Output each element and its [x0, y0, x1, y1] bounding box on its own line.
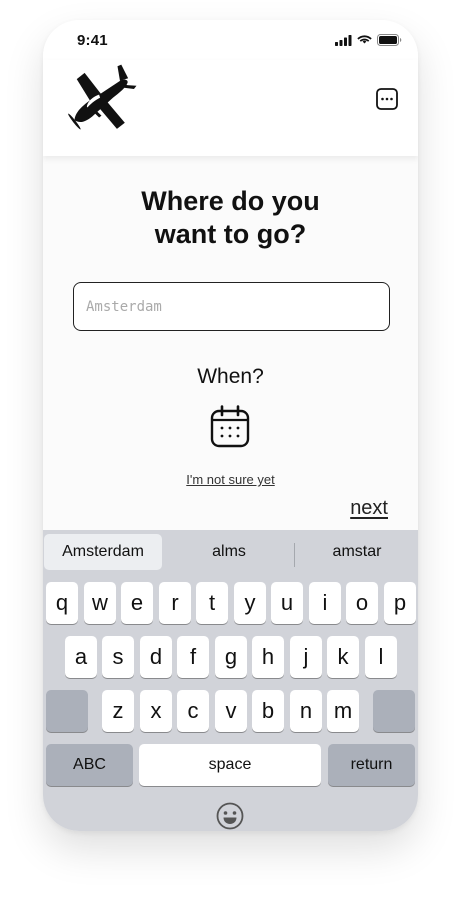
backspace-key[interactable]: [373, 690, 415, 732]
key-e[interactable]: e: [121, 582, 153, 624]
key-j[interactable]: j: [290, 636, 322, 678]
return-key[interactable]: return: [328, 744, 415, 786]
key-c[interactable]: c: [177, 690, 209, 732]
abc-key[interactable]: ABC: [46, 744, 133, 786]
shift-key[interactable]: [46, 690, 88, 732]
suggestion-item[interactable]: Amsterdam: [44, 534, 162, 570]
key-g[interactable]: g: [215, 636, 247, 678]
keyboard: Amsterdam alms amstar q w e r t y u i o …: [43, 530, 418, 831]
key-b[interactable]: b: [252, 690, 284, 732]
key-v[interactable]: v: [215, 690, 247, 732]
title-line-2: want to go?: [154, 219, 307, 249]
app-header: [43, 60, 418, 156]
smiley-face-icon[interactable]: [216, 802, 244, 830]
battery-icon: [377, 34, 402, 46]
status-icons: [335, 34, 402, 46]
key-s[interactable]: s: [102, 636, 134, 678]
page-title: Where do you want to go?: [43, 185, 418, 251]
key-l[interactable]: l: [365, 636, 397, 678]
key-a[interactable]: a: [65, 636, 97, 678]
key-m[interactable]: m: [327, 690, 359, 732]
suggestion-divider: [294, 543, 295, 567]
key-d[interactable]: d: [140, 636, 172, 678]
not-sure-label[interactable]: I'm not sure yet: [186, 472, 274, 487]
key-t[interactable]: t: [196, 582, 228, 624]
key-n[interactable]: n: [290, 690, 322, 732]
key-o[interactable]: o: [346, 582, 378, 624]
status-bar: 9:41: [43, 20, 418, 60]
key-r[interactable]: r: [159, 582, 191, 624]
airplane-icon: [68, 64, 137, 130]
signal-icon: [335, 34, 352, 46]
key-i[interactable]: i: [309, 582, 341, 624]
status-time: 9:41: [77, 32, 108, 49]
suggestion-item[interactable]: amstar: [298, 534, 416, 570]
key-u[interactable]: u: [271, 582, 303, 624]
key-q[interactable]: q: [46, 582, 78, 624]
wifi-icon: [357, 34, 372, 43]
suggestion-item[interactable]: alms: [170, 534, 288, 570]
space-key[interactable]: space: [139, 744, 321, 786]
when-label: When?: [197, 365, 264, 388]
key-h[interactable]: h: [252, 636, 284, 678]
not-sure-link[interactable]: I'm not sure yet: [43, 472, 418, 487]
phone-frame: 9:41 Where do you want to go? Amsterdam …: [43, 20, 418, 831]
key-w[interactable]: w: [84, 582, 116, 624]
destination-input[interactable]: [73, 282, 390, 331]
key-x[interactable]: x: [140, 690, 172, 732]
next-button[interactable]: next: [350, 497, 388, 520]
suggestion-bar: Amsterdam alms amstar: [43, 530, 418, 574]
chat-bubble-dots-icon[interactable]: [376, 88, 398, 110]
key-p[interactable]: p: [384, 582, 416, 624]
key-z[interactable]: z: [102, 690, 134, 732]
calendar-icon[interactable]: [210, 405, 250, 448]
title-line-1: Where do you: [141, 186, 320, 216]
key-k[interactable]: k: [327, 636, 359, 678]
key-f[interactable]: f: [177, 636, 209, 678]
key-y[interactable]: y: [234, 582, 266, 624]
